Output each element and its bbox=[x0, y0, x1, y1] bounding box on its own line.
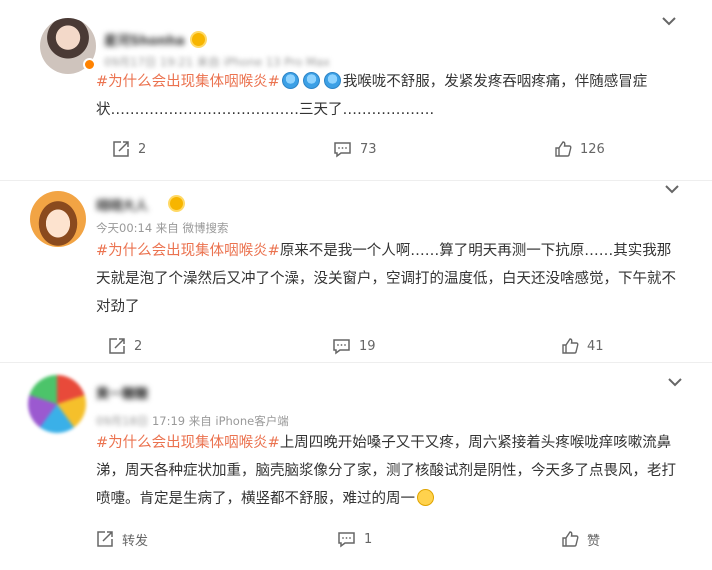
like-count: 126 bbox=[580, 141, 605, 157]
chevron-down-icon[interactable] bbox=[664, 184, 680, 194]
sick-face-emoji-icon bbox=[281, 72, 299, 89]
comment-count: 19 bbox=[359, 338, 376, 354]
like-count: 41 bbox=[587, 338, 604, 354]
post-meta: 09月18日 17:19 来自 iPhone客户端 bbox=[96, 413, 289, 429]
repost-button[interactable]: 2 bbox=[108, 334, 142, 358]
post-2: 翊翊大人 今天00:14 来自 微博搜索 #为什么会出现集体咽喉炎#原来不是我一… bbox=[0, 181, 712, 361]
action-bar: 2 73 126 bbox=[0, 137, 712, 161]
repost-label: 转发 bbox=[122, 533, 149, 549]
comment-count: 1 bbox=[364, 531, 373, 547]
like-button[interactable]: 126 bbox=[554, 137, 605, 161]
repost-button[interactable]: 转发 bbox=[96, 527, 148, 551]
repost-icon bbox=[113, 141, 129, 157]
post-text: #为什么会出现集体咽喉炎# 我喉咙不舒服，发紧发疼吞咽疼痛，伴随感冒症状……………… bbox=[96, 68, 686, 124]
weibo-comment-feed: 星河Shonha 09月17日 19:21 来自 iPhone 13 Pro M… bbox=[0, 0, 712, 570]
comment-button[interactable]: 19 bbox=[332, 334, 376, 358]
repost-button[interactable]: 2 bbox=[112, 137, 146, 161]
comment-icon bbox=[334, 141, 351, 157]
comment-button[interactable]: 1 bbox=[337, 527, 372, 551]
comment-count: 73 bbox=[360, 141, 377, 157]
vip-badge-icon bbox=[83, 58, 96, 71]
repost-count: 2 bbox=[138, 141, 147, 157]
post-text: #为什么会出现集体咽喉炎#原来不是我一个人啊……算了明天再测一下抗原……其实我那… bbox=[96, 237, 682, 321]
hashtag-link[interactable]: #为什么会出现集体咽喉炎# bbox=[96, 435, 280, 451]
like-icon bbox=[562, 338, 579, 354]
repost-count: 2 bbox=[134, 338, 143, 354]
like-button[interactable]: 41 bbox=[561, 334, 604, 358]
user-name[interactable]: 黄一糖糖 bbox=[96, 383, 148, 402]
avatar[interactable] bbox=[28, 375, 86, 433]
post-time-source: 17:19 来自 iPhone客户端 bbox=[151, 414, 289, 428]
post-3: 黄一糖糖 09月18日 17:19 来自 iPhone客户端 #为什么会出现集体… bbox=[0, 363, 712, 570]
sun-badge-icon bbox=[192, 33, 205, 46]
sick-face-emoji-icon bbox=[302, 72, 320, 89]
sick-face-emoji-icon bbox=[323, 72, 341, 89]
post-meta: 今天00:14 来自 微博搜索 bbox=[96, 221, 229, 235]
repost-icon bbox=[97, 531, 113, 547]
action-bar: 2 19 41 bbox=[0, 334, 712, 358]
sad-face-emoji-icon bbox=[417, 489, 434, 506]
repost-icon bbox=[109, 338, 125, 354]
like-icon bbox=[562, 531, 579, 547]
chevron-down-icon[interactable] bbox=[661, 16, 677, 26]
comment-button[interactable]: 73 bbox=[333, 137, 377, 161]
user-name[interactable]: 翊翊大人 bbox=[96, 195, 148, 214]
comment-icon bbox=[338, 531, 355, 547]
post-1: 星河Shonha 09月17日 19:21 来自 iPhone 13 Pro M… bbox=[0, 0, 712, 180]
like-icon bbox=[555, 141, 572, 157]
user-name[interactable]: 星河Shonha bbox=[104, 30, 185, 49]
sun-badge-icon bbox=[170, 197, 183, 210]
hashtag-link[interactable]: #为什么会出现集体咽喉炎# bbox=[96, 74, 280, 90]
chevron-down-icon[interactable] bbox=[667, 377, 683, 387]
avatar[interactable] bbox=[30, 191, 86, 247]
like-button[interactable]: 赞 bbox=[561, 527, 600, 551]
post-text: #为什么会出现集体咽喉炎#上周四晚开始嗓子又干又疼，周六紧接着头疼喉咙痒咳嗽流鼻… bbox=[96, 429, 680, 513]
post-date: 09月18日 bbox=[96, 414, 149, 428]
hashtag-link[interactable]: #为什么会出现集体咽喉炎# bbox=[96, 243, 280, 259]
comment-icon bbox=[333, 338, 350, 354]
action-bar: 转发 1 赞 bbox=[0, 527, 712, 551]
like-label: 赞 bbox=[587, 533, 601, 549]
